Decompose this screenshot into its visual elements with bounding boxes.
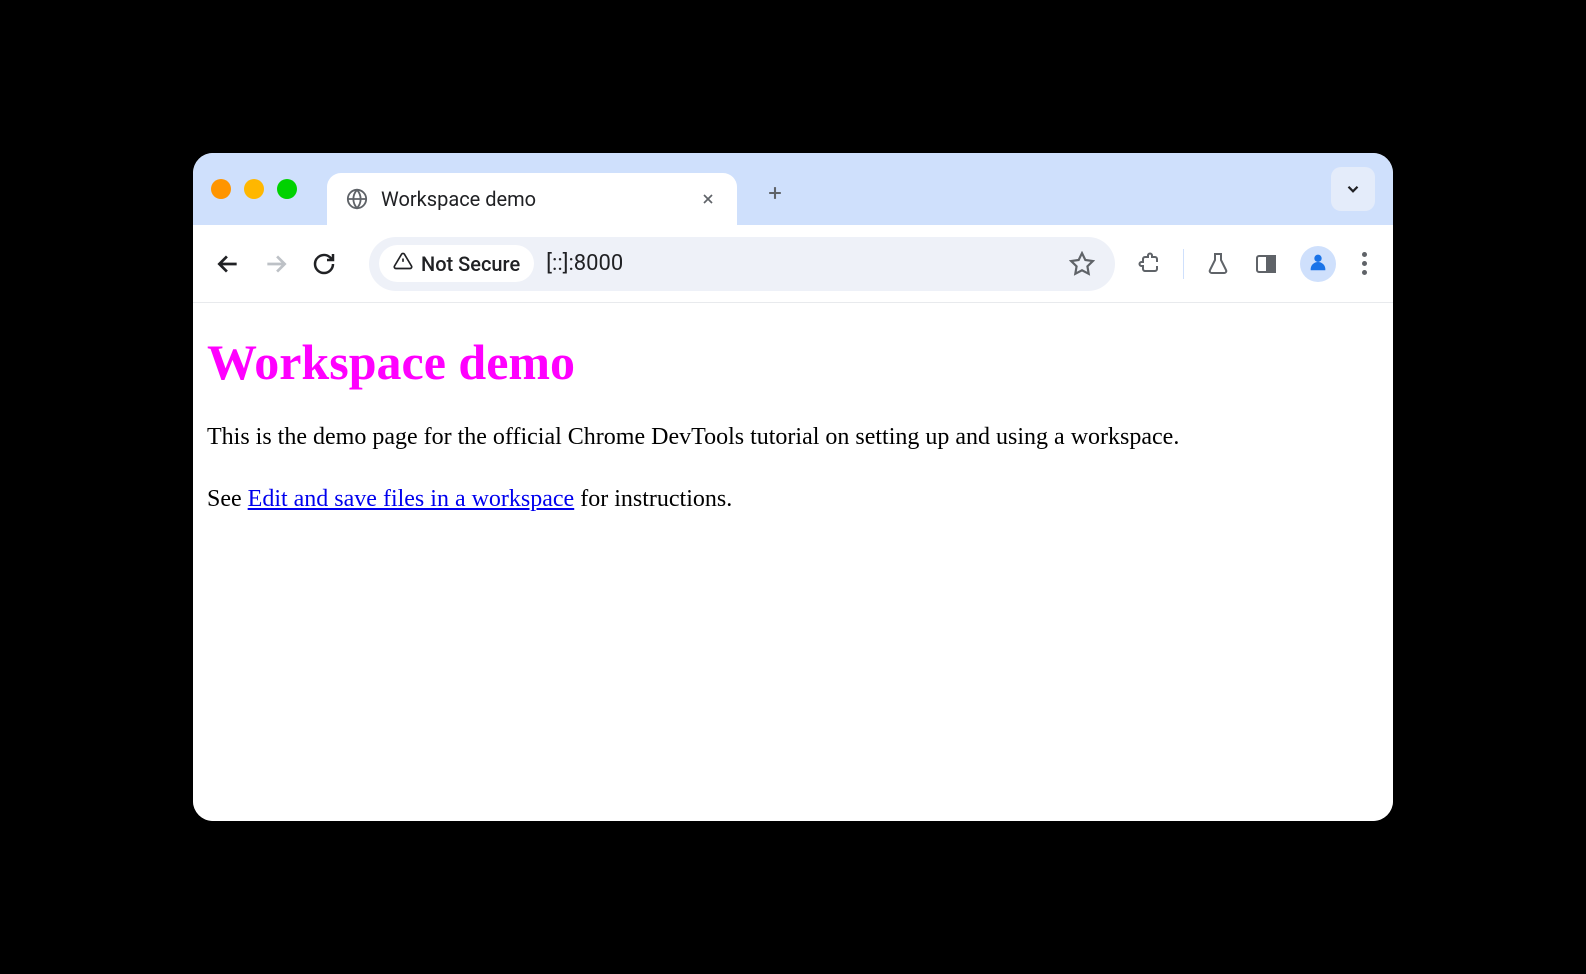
tab-bar-actions: [1331, 167, 1375, 211]
page-paragraph-2: See Edit and save files in a workspace f…: [207, 483, 1379, 517]
page-heading: Workspace demo: [207, 333, 1379, 391]
more-menu-button[interactable]: [1356, 246, 1373, 281]
extensions-button[interactable]: [1135, 250, 1163, 278]
browser-tab-active[interactable]: Workspace demo: [327, 173, 737, 225]
forward-button[interactable]: [261, 249, 291, 279]
dot-icon: [1362, 261, 1367, 266]
url-text: [::]:8000: [546, 251, 1055, 276]
profile-button[interactable]: [1300, 246, 1336, 282]
bookmark-button[interactable]: [1067, 249, 1097, 279]
sidepanel-button[interactable]: [1252, 250, 1280, 278]
nav-buttons: [213, 249, 339, 279]
toolbar-actions: [1135, 246, 1373, 282]
minimize-window-button[interactable]: [244, 179, 264, 199]
toolbar-divider: [1183, 249, 1184, 279]
address-bar[interactable]: Not Secure [::]:8000: [369, 237, 1115, 291]
reload-button[interactable]: [309, 249, 339, 279]
browser-window: Workspace demo: [193, 153, 1393, 821]
paragraph-text-prefix: See: [207, 486, 248, 512]
tab-search-button[interactable]: [1331, 167, 1375, 211]
window-controls: [211, 179, 297, 199]
security-chip[interactable]: Not Secure: [379, 245, 534, 282]
maximize-window-button[interactable]: [277, 179, 297, 199]
page-paragraph-1: This is the demo page for the official C…: [207, 421, 1379, 455]
tutorial-link[interactable]: Edit and save files in a workspace: [248, 486, 575, 512]
tab-title: Workspace demo: [381, 187, 685, 211]
close-tab-button[interactable]: [697, 188, 719, 210]
security-label: Not Secure: [421, 252, 520, 276]
back-button[interactable]: [213, 249, 243, 279]
globe-icon: [345, 187, 369, 211]
close-window-button[interactable]: [211, 179, 231, 199]
tab-bar: Workspace demo: [193, 153, 1393, 225]
new-tab-button[interactable]: [757, 175, 793, 211]
labs-button[interactable]: [1204, 250, 1232, 278]
profile-icon: [1307, 251, 1329, 277]
warning-icon: [393, 251, 413, 276]
page-content: Workspace demo This is the demo page for…: [193, 303, 1393, 821]
dot-icon: [1362, 270, 1367, 275]
toolbar: Not Secure [::]:8000: [193, 225, 1393, 303]
dot-icon: [1362, 252, 1367, 257]
paragraph-text-suffix: for instructions.: [574, 486, 732, 512]
